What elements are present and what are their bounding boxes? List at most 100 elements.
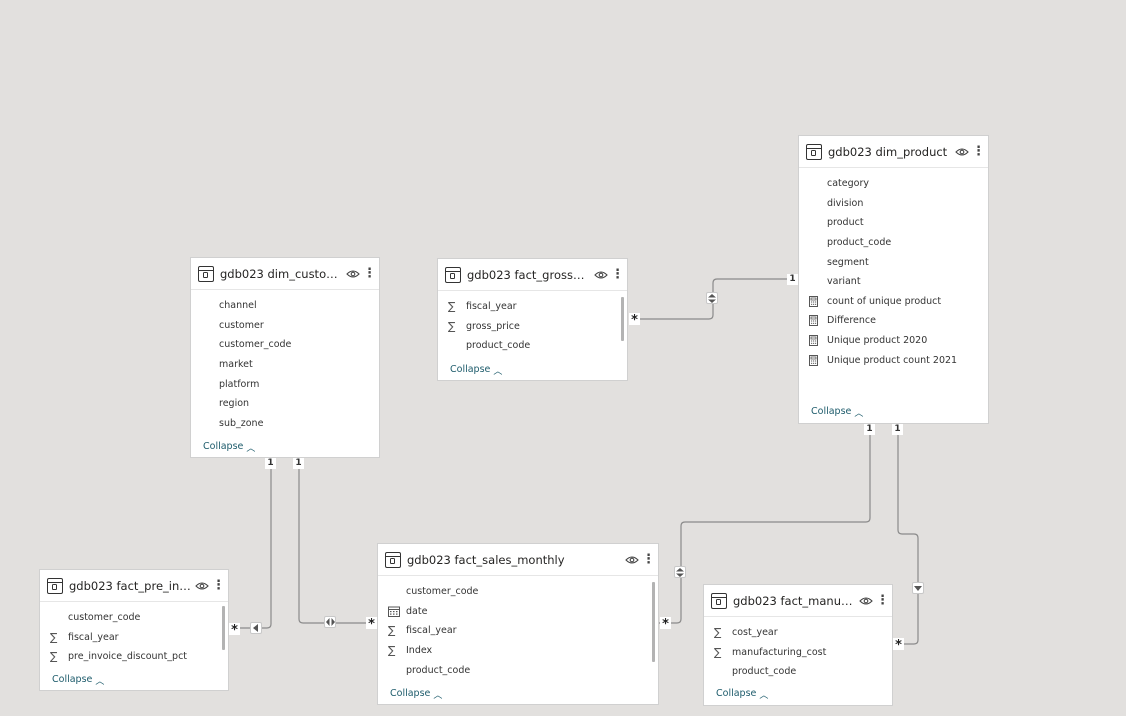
table-title: gdb023 fact_gross_pr... [467, 267, 590, 282]
table-header[interactable]: gdb023 fact_sales_monthly ⋮ [378, 544, 658, 576]
field-row[interactable]: date [378, 602, 658, 622]
more-options-icon[interactable]: ⋮ [972, 145, 985, 158]
sum-icon: ∑ [50, 630, 58, 644]
more-options-icon[interactable]: ⋮ [363, 267, 376, 280]
model-canvas[interactable]: gdb023 dim_customer ⋮ channel customer cus… [0, 0, 1126, 716]
field-row[interactable]: ∑ fiscal_year [40, 628, 228, 648]
table-card-fact-pre-invoice[interactable]: gdb023 fact_pre_invo... ⋮ customer_code ∑… [39, 569, 229, 691]
table-card-dim-product[interactable]: gdb023 dim_product ⋮ category division pro… [798, 135, 989, 424]
table-header[interactable]: gdb023 dim_product ⋮ [799, 136, 988, 168]
table-card-fact-gross-price[interactable]: gdb023 fact_gross_pr... ⋮ ∑ fiscal_year ∑ g… [437, 258, 628, 381]
collapse-button[interactable]: Collapse ︿ [450, 363, 502, 377]
field-row[interactable]: product_code [799, 233, 988, 253]
scrollbar[interactable] [222, 606, 225, 650]
table-card-fact-sales-monthly[interactable]: gdb023 fact_sales_monthly ⋮ customer_cod… [377, 543, 659, 705]
field-row[interactable]: product_code [704, 662, 892, 682]
field-row[interactable]: segment [799, 252, 988, 272]
field-row[interactable]: customer_code [191, 335, 379, 355]
table-icon [198, 265, 214, 282]
field-row[interactable]: count of unique product [799, 292, 988, 312]
both-directions-icon[interactable] [324, 616, 336, 628]
field-row[interactable]: customer_code [378, 582, 658, 602]
eye-icon[interactable] [195, 581, 209, 591]
collapse-button[interactable]: Collapse ︿ [203, 440, 255, 454]
eye-icon[interactable] [955, 147, 969, 157]
field-row[interactable]: category [799, 174, 988, 194]
field-row[interactable]: ∑ Index [378, 641, 658, 661]
field-row[interactable]: variant [799, 272, 988, 292]
relationship-manufacturing-product[interactable] [893, 424, 919, 645]
field-name: Unique product 2020 [827, 335, 928, 347]
field-list: customer_code ∑ fiscal_year ∑ pre_invoice_di… [40, 602, 228, 667]
field-row[interactable]: ∑ pre_invoice_discount_pct [40, 647, 228, 667]
field-name: pre_invoice_discount_pct [68, 651, 188, 663]
field-list: ∑ fiscal_year ∑ gross_price product_code [438, 291, 627, 356]
eye-icon[interactable] [594, 270, 608, 280]
down-arrow-icon[interactable] [912, 582, 924, 594]
field-row[interactable]: ∑ fiscal_year [438, 297, 627, 317]
field-name: cost_year [732, 627, 778, 639]
field-row[interactable]: product_code [378, 660, 658, 680]
field-row[interactable]: ∑ fiscal_year [378, 621, 658, 641]
field-name: sub_zone [219, 417, 264, 429]
table-icon [47, 577, 63, 594]
field-row[interactable]: customer_code [40, 608, 228, 628]
field-row[interactable]: Unique product count 2021 [799, 350, 988, 370]
more-options-icon[interactable]: ⋮ [212, 579, 225, 592]
scrollbar[interactable] [652, 582, 655, 662]
field-row[interactable]: ∑ gross_price [438, 317, 627, 337]
field-row[interactable]: sub_zone [191, 414, 379, 434]
both-directions-icon[interactable] [706, 292, 718, 304]
field-row[interactable]: Difference [799, 311, 988, 331]
eye-icon[interactable] [625, 555, 639, 565]
sum-icon: ∑ [388, 624, 396, 638]
field-name: product_code [827, 237, 892, 249]
collapse-button[interactable]: Collapse ︿ [716, 687, 768, 701]
more-options-icon[interactable]: ⋮ [611, 268, 624, 281]
left-arrow-icon[interactable] [250, 622, 262, 634]
field-row[interactable]: product [799, 213, 988, 233]
field-row[interactable]: market [191, 355, 379, 375]
collapse-button[interactable]: Collapse ︿ [52, 673, 105, 687]
table-header[interactable]: gdb023 fact_gross_pr... ⋮ [438, 259, 627, 291]
eye-icon[interactable] [346, 269, 360, 279]
field-row[interactable]: ∑ manufacturing_cost [704, 643, 892, 663]
calculator-icon [809, 315, 827, 327]
chevron-up-icon: ︿ [95, 677, 105, 687]
collapse-label: Collapse [203, 441, 244, 452]
relationship-sales-customer[interactable] [298, 458, 377, 624]
field-name: count of unique product [827, 295, 942, 307]
field-row[interactable]: product_code [438, 336, 627, 356]
more-options-icon[interactable]: ⋮ [642, 553, 655, 566]
field-row[interactable]: region [191, 394, 379, 414]
field-name: product [827, 217, 864, 229]
cardinality-one: 1 [892, 424, 903, 435]
field-row[interactable]: channel [191, 296, 379, 316]
field-row[interactable]: ∑ cost_year [704, 623, 892, 643]
scrollbar[interactable] [621, 297, 624, 341]
sum-icon: ∑ [388, 644, 396, 658]
table-header[interactable]: gdb023 dim_customer ⋮ [191, 258, 379, 290]
table-header[interactable]: gdb023 fact_pre_invo... ⋮ [40, 570, 228, 602]
field-row[interactable]: division [799, 194, 988, 214]
field-name: Index [406, 645, 433, 657]
field-name: customer [219, 319, 264, 331]
field-row[interactable]: Unique product 2020 [799, 331, 988, 351]
field-name: region [219, 398, 250, 410]
cardinality-many: * [229, 623, 240, 638]
collapse-button[interactable]: Collapse ︿ [390, 687, 442, 701]
table-header[interactable]: gdb023 fact_manufac... ⋮ [704, 585, 892, 617]
sum-icon: ∑ [50, 650, 58, 664]
table-card-dim-customer[interactable]: gdb023 dim_customer ⋮ channel customer cus… [190, 257, 380, 458]
table-card-fact-manufacturing[interactable]: gdb023 fact_manufac... ⋮ ∑ cost_year ∑ manu… [703, 584, 893, 706]
both-directions-icon[interactable] [674, 566, 686, 578]
eye-icon[interactable] [859, 596, 873, 606]
cardinality-many: * [660, 617, 671, 632]
field-name: customer_code [219, 339, 292, 351]
field-row[interactable]: customer [191, 316, 379, 336]
field-name: Difference [827, 315, 876, 327]
collapse-button[interactable]: Collapse ︿ [811, 405, 863, 419]
more-options-icon[interactable]: ⋮ [876, 594, 889, 607]
relationship-pre-invoice-customer[interactable] [229, 458, 272, 629]
field-row[interactable]: platform [191, 374, 379, 394]
